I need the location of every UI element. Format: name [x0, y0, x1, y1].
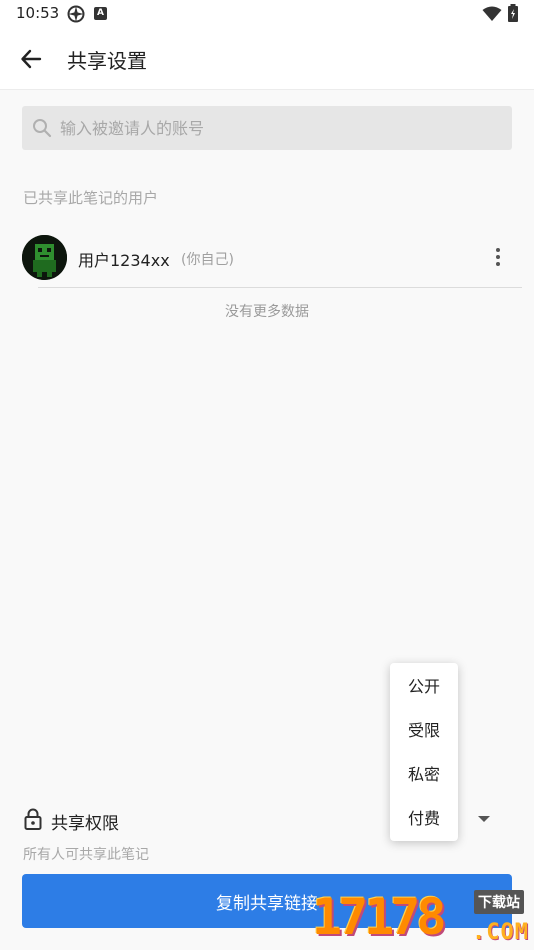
watermark-suffix: .COM — [472, 920, 529, 945]
permission-menu: 公开 受限 私密 付费 — [390, 663, 458, 841]
permission-option-private[interactable]: 私密 — [390, 753, 458, 797]
site-watermark: 17178 下载站 .COM — [312, 884, 534, 950]
avatar — [22, 235, 67, 280]
row-divider — [38, 287, 522, 288]
status-bar: 10:53 A — [0, 0, 534, 28]
status-time: 10:53 — [16, 4, 60, 22]
notification-icon: A — [94, 7, 107, 20]
user-self-note: (你自己) — [181, 252, 234, 268]
permission-dropdown-icon[interactable] — [478, 816, 490, 822]
shared-users-label: 已共享此笔记的用户 — [23, 189, 159, 207]
more-options-button[interactable] — [488, 244, 508, 270]
page-title: 共享设置 — [67, 49, 147, 73]
search-box[interactable] — [22, 106, 512, 150]
watermark-digits: 17178 — [312, 888, 447, 946]
permission-description: 所有人可共享此笔记 — [23, 847, 149, 863]
avatar-image — [22, 235, 67, 280]
search-input[interactable] — [60, 118, 512, 138]
search-icon — [33, 119, 52, 138]
user-row[interactable]: 用户1234xx (你自己) — [22, 232, 522, 288]
more-vert-icon — [496, 248, 500, 252]
lock-icon — [24, 808, 42, 830]
more-vert-icon — [496, 262, 500, 266]
watermark-badge: 下载站 — [474, 890, 524, 914]
permission-option-paid[interactable]: 付费 — [390, 797, 458, 841]
battery-icon — [508, 4, 518, 22]
permission-label: 共享权限 — [51, 814, 119, 834]
permission-option-restricted[interactable]: 受限 — [390, 709, 458, 753]
wifi-icon — [482, 6, 502, 21]
back-button[interactable] — [14, 42, 48, 76]
user-name: 用户1234xx — [78, 251, 170, 270]
app-status-icon — [67, 5, 85, 23]
arrow-left-icon — [21, 49, 42, 69]
app-bar: 共享设置 — [0, 28, 534, 90]
no-more-data-text: 没有更多数据 — [225, 304, 309, 320]
permission-option-public[interactable]: 公开 — [390, 665, 458, 709]
more-vert-icon — [496, 255, 500, 259]
